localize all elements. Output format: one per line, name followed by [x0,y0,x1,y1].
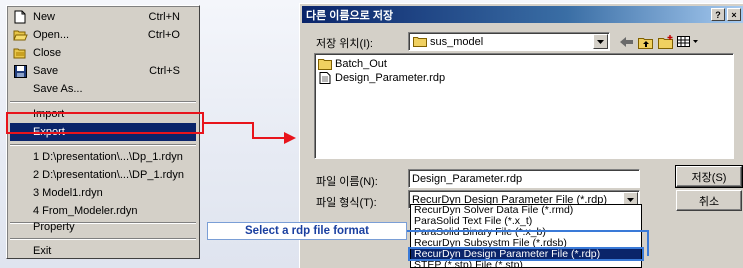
menu-item-property[interactable]: Property [10,218,196,236]
menu-item-save-as[interactable]: Save As... [10,80,196,98]
filetype-label: 파일 형식(T): [316,197,377,209]
menu-item-exit[interactable]: Exit [10,242,196,260]
back-icon[interactable] [618,34,636,50]
menu-item-open[interactable]: Open... Ctrl+O [10,26,196,44]
dialog-titlebar[interactable]: 다른 이름으로 저장 ? × [302,6,743,23]
save-button[interactable]: 저장(S) [675,165,743,188]
arrow-head-icon [284,132,296,144]
menu-item-new[interactable]: New Ctrl+N [10,8,196,26]
filename-input[interactable]: Design_Parameter.rdp [408,169,640,188]
file-list[interactable]: Batch_Out Design_Parameter.rdp [314,53,734,159]
menu-item-close[interactable]: Close [10,44,196,62]
folder-icon [413,37,427,47]
menu-item-label: Open... [33,29,70,41]
folder-icon [318,59,332,70]
chevron-down-icon[interactable] [593,34,608,49]
menu-item-shortcut: Ctrl+N [148,11,180,23]
file-name: Batch_Out [335,58,387,70]
menu-item-recent-3[interactable]: 3 Model1.rdyn [10,184,196,202]
open-folder-icon [12,27,28,43]
save-in-combo[interactable]: sus_model [408,32,610,51]
new-folder-icon[interactable] [657,34,675,50]
menu-item-label: 2 D:\presentation\...\DP_1.rdyn [33,169,185,181]
filename-value: Design_Parameter.rdp [412,172,523,185]
save-disk-icon [12,63,28,79]
menu-item-label: Save As... [33,83,83,95]
file-name: Design_Parameter.rdp [335,72,446,84]
menu-item-save[interactable]: Save Ctrl+S [10,62,196,80]
help-button[interactable]: ? [711,8,725,21]
menu-separator [10,238,196,240]
view-menu-icon[interactable] [676,34,700,50]
menu-item-label: Property [33,221,75,233]
save-in-label: 저장 위치(I): [316,38,373,50]
menu-item-recent-1[interactable]: 1 D:\presentation\...\Dp_1.rdyn [10,148,196,166]
cancel-button[interactable]: 취소 [676,190,742,211]
up-folder-icon[interactable] [637,34,655,50]
menu-item-label: 1 D:\presentation\...\Dp_1.rdyn [33,151,183,163]
menu-item-shortcut: Ctrl+O [147,29,180,41]
new-file-icon [12,9,28,25]
document-icon [319,72,331,84]
menu-item-label: Exit [33,245,52,257]
save-in-value: sus_model [430,35,484,48]
close-button[interactable]: × [727,8,741,21]
callout-label: Select a rdp file format [207,222,407,240]
connector-line [204,122,254,124]
menu-item-recent-2[interactable]: 2 D:\presentation\...\DP_1.rdyn [10,166,196,184]
menu-item-label: Close [33,47,62,59]
rdp-option-highlight-box [408,247,644,261]
menu-item-label: 3 Model1.rdyn [33,187,103,199]
menu-item-label: Save [33,65,59,77]
export-highlight-box [6,112,204,134]
menu-item-label: 4 From_Modeler.rdyn [33,205,138,217]
dialog-title: 다른 이름으로 저장 [306,9,394,22]
menu-separator [10,101,196,103]
connector-line [647,230,649,256]
list-item[interactable]: Batch_Out [318,57,387,71]
close-file-icon [12,45,28,61]
menu-item-shortcut: Ctrl+S [149,65,180,77]
dropdown-option[interactable]: STEP (*.stp) File (*.stp) [411,260,641,268]
connector-line [406,230,649,232]
list-item[interactable]: Design_Parameter.rdp [318,71,445,85]
menu-separator [10,144,196,146]
menu-item-label: New [33,11,56,23]
filename-label: 파일 이름(N): [316,176,378,188]
connector-line [252,137,288,139]
